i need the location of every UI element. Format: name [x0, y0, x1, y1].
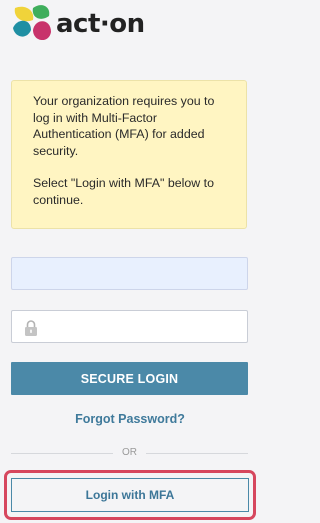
password-field[interactable] [11, 310, 248, 343]
username-field[interactable] [11, 257, 248, 290]
or-label: OR [122, 447, 137, 458]
mfa-notice-message: Your organization requires you to log in… [33, 94, 215, 158]
username-input[interactable] [12, 258, 247, 289]
brand-name: act·on [56, 9, 145, 39]
act-on-logo: act·on [11, 2, 145, 46]
forgot-password-link[interactable]: Forgot Password? [0, 412, 260, 426]
act-on-logo-mark-icon [13, 5, 51, 41]
divider-line-right [146, 452, 248, 454]
or-divider: OR [11, 446, 248, 460]
password-input[interactable] [12, 311, 247, 342]
secure-login-button[interactable]: SECURE LOGIN [11, 362, 248, 395]
mfa-notice: Your organization requires you to log in… [11, 80, 247, 229]
mfa-notice-instruction: Select "Login with MFA" below to continu… [33, 176, 214, 207]
divider-line-left [11, 452, 113, 454]
login-with-mfa-button[interactable]: Login with MFA [11, 478, 249, 512]
